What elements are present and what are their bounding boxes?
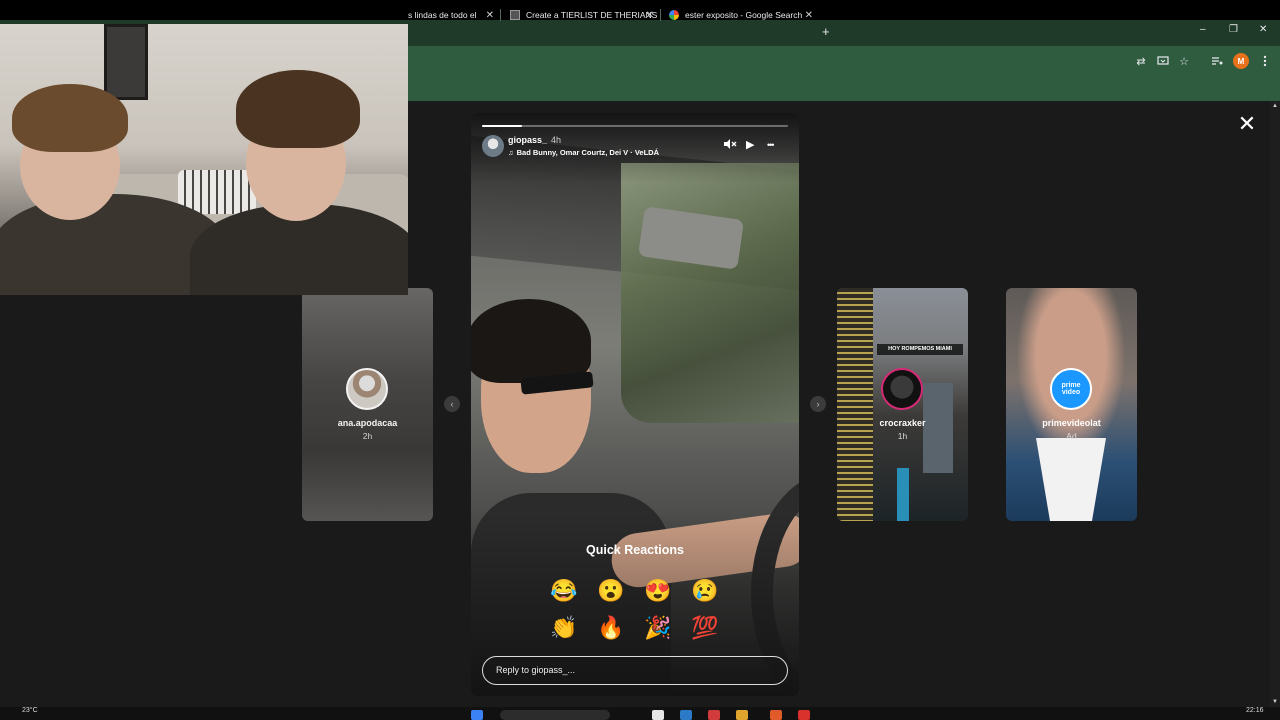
reaction-heart-eyes[interactable]: 😍: [644, 577, 672, 605]
story-progress-bar: [482, 125, 788, 127]
story-scene: [1036, 438, 1106, 521]
reaction-laugh[interactable]: 😂: [550, 577, 578, 605]
windows-taskbar: [0, 707, 1280, 720]
story-banner: HOY ROMPEMOS MIAMI: [877, 344, 963, 355]
story-time: 4h: [551, 135, 562, 145]
music-icon: ♫: [508, 148, 514, 157]
story-scene: [621, 163, 799, 423]
close-window-button[interactable]: ✕: [1259, 24, 1267, 35]
webcam-overlay: [0, 24, 408, 295]
story-username: crocraxker: [879, 418, 926, 428]
start-icon[interactable]: [471, 710, 483, 720]
webcam-scene: [236, 70, 360, 148]
taskbar-app-icon[interactable]: [736, 710, 748, 720]
story-username: primevideolat: [1042, 418, 1101, 428]
restore-button[interactable]: ❐: [1229, 24, 1238, 35]
avatar: [346, 368, 388, 410]
webcam-scene: [12, 84, 128, 152]
more-options-icon[interactable]: •••: [767, 140, 775, 150]
tab-title: s lindas de todo el: [408, 10, 477, 20]
side-story-crocraxker[interactable]: HOY ROMPEMOS MIAMI crocraxker 1h: [837, 288, 968, 521]
reply-input[interactable]: Reply to giopass_...: [482, 656, 788, 685]
story-time: 1h: [897, 431, 908, 441]
scroll-down-icon[interactable]: ▼: [1272, 699, 1278, 705]
taskbar-weather[interactable]: 23°C: [22, 707, 38, 714]
tab-lindas[interactable]: s lindas de todo el ✕: [400, 4, 500, 26]
tab-title: ester exposito - Google Search: [685, 10, 803, 20]
previous-story-button[interactable]: ‹: [444, 396, 460, 412]
avatar[interactable]: [482, 135, 504, 157]
story-scene: [897, 468, 909, 521]
main-story[interactable]: giopass_ 4h ♫ Bad Bunny, Omar Courtz, Dei …: [471, 113, 799, 696]
story-progress-fill: [482, 125, 522, 127]
install-app-icon[interactable]: [1155, 53, 1171, 69]
profile-avatar[interactable]: M: [1233, 53, 1249, 69]
google-favicon-icon: [669, 10, 679, 20]
bookmark-star-icon[interactable]: ☆: [1176, 53, 1192, 69]
music-label: Bad Bunny, Omar Courtz, Dei V · VeLDÁ: [516, 148, 660, 157]
taskbar-clock: 22:16: [1246, 707, 1264, 714]
story-username[interactable]: giopass_: [508, 135, 547, 145]
media-queue-icon[interactable]: [1209, 53, 1225, 69]
new-tab-button[interactable]: +: [822, 24, 830, 39]
tab-close-icon[interactable]: ✕: [646, 10, 654, 21]
story-scene: [923, 383, 953, 473]
quick-reactions-title: Quick Reactions: [586, 543, 684, 557]
mute-icon[interactable]: [723, 138, 737, 153]
taskbar-app-icon[interactable]: [708, 710, 720, 720]
tab-close-icon[interactable]: ✕: [486, 10, 494, 21]
ad-label: Ad: [1066, 431, 1077, 441]
logo-text: prime: [1061, 382, 1081, 389]
taskbar-app-icon[interactable]: [680, 710, 692, 720]
reaction-fire[interactable]: 🔥: [597, 614, 625, 642]
tierlist-favicon-icon: [510, 10, 520, 20]
taskbar-app-icon[interactable]: [798, 710, 810, 720]
taskbar-app-icon[interactable]: [652, 710, 664, 720]
reaction-clap[interactable]: 👏: [550, 614, 578, 642]
play-icon[interactable]: ▶: [746, 138, 754, 151]
webcam-scene: [104, 24, 148, 100]
story-music[interactable]: ♫ Bad Bunny, Omar Courtz, Dei V · VeLDÁ: [508, 148, 659, 157]
tab-separator: [500, 9, 501, 21]
reaction-hundred[interactable]: 💯: [691, 614, 719, 642]
taskbar-search[interactable]: [500, 710, 610, 720]
close-viewer-button[interactable]: ✕: [1236, 113, 1258, 135]
story-username: ana.apodacaa: [337, 418, 398, 428]
translate-icon[interactable]: ⇄: [1133, 53, 1149, 69]
reaction-party[interactable]: 🎉: [644, 614, 672, 642]
reaction-sad[interactable]: 😢: [691, 577, 719, 605]
scrollbar[interactable]: [1270, 101, 1280, 707]
tab-close-icon[interactable]: ✕: [805, 10, 813, 21]
reaction-surprised[interactable]: 😮: [597, 577, 625, 605]
story-header: giopass_ 4h: [508, 135, 561, 145]
logo-text: video: [1061, 389, 1081, 396]
side-story-primevideolat[interactable]: prime video primevideolat Ad: [1006, 288, 1137, 521]
taskbar-app-icon[interactable]: [770, 710, 782, 720]
avatar: [881, 368, 923, 410]
prime-video-logo-icon: prime video: [1050, 368, 1092, 410]
browser-menu-icon[interactable]: [1257, 53, 1273, 69]
story-scene: [837, 288, 873, 521]
minimize-button[interactable]: –: [1200, 24, 1206, 35]
story-scene: [471, 299, 591, 383]
tab-title: Create a TIERLIST DE THERIANS: [526, 10, 658, 20]
tab-tierlist[interactable]: Create a TIERLIST DE THERIANS ✕: [502, 4, 660, 26]
story-time: 2h: [362, 431, 373, 441]
tab-google-search[interactable]: ester exposito - Google Search ✕: [661, 4, 819, 26]
side-story-ana[interactable]: ana.apodacaa 2h: [302, 288, 433, 521]
scroll-up-icon[interactable]: ▲: [1272, 103, 1278, 109]
next-story-button[interactable]: ›: [810, 396, 826, 412]
